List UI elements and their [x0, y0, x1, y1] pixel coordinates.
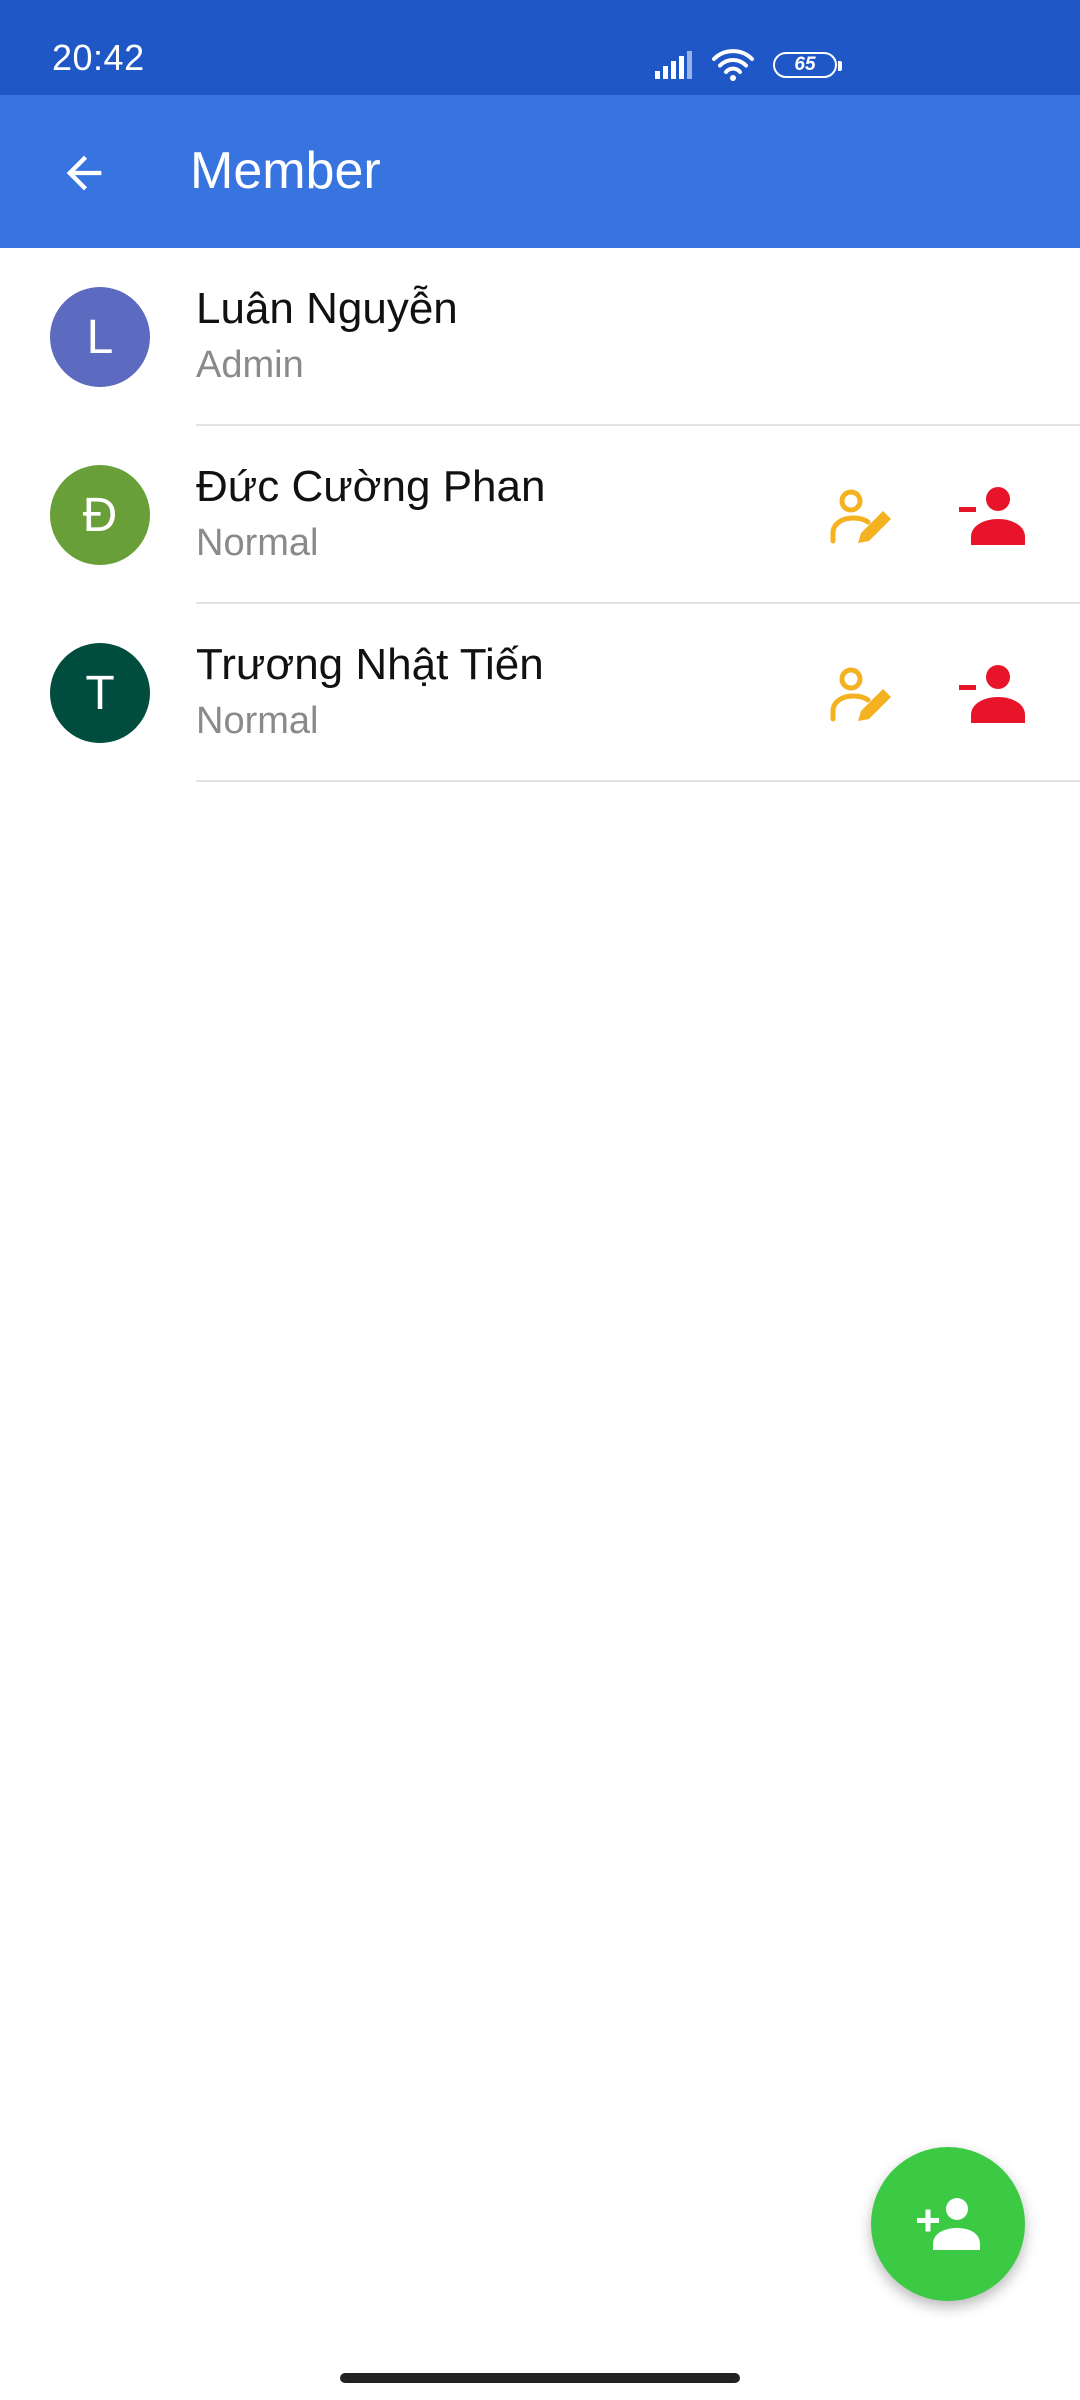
avatar: T: [50, 643, 150, 743]
avatar-initial: L: [86, 310, 114, 364]
status-bar: 20:42 65: [0, 0, 1080, 95]
member-role: Normal: [196, 700, 319, 742]
back-button[interactable]: [44, 133, 124, 213]
remove-member-button[interactable]: [952, 654, 1032, 734]
edit-member-button[interactable]: [822, 654, 902, 734]
page-title: Member: [190, 142, 381, 200]
edit-member-button[interactable]: [822, 476, 902, 556]
add-member-fab[interactable]: [871, 2147, 1025, 2301]
home-indicator[interactable]: [340, 2373, 740, 2383]
remove-member-icon: [959, 487, 1025, 545]
signal-icon: [655, 51, 692, 79]
remove-member-button[interactable]: [952, 476, 1032, 556]
member-row[interactable]: T Trương Nhật Tiến Normal: [0, 604, 1080, 782]
wifi-icon: [712, 49, 754, 81]
member-role: Normal: [196, 522, 319, 564]
status-icons: 65: [653, 45, 842, 85]
battery-icon: 65: [773, 52, 842, 78]
remove-member-icon: [959, 665, 1025, 723]
member-role: Admin: [196, 344, 304, 386]
status-time: 20:42: [52, 37, 145, 78]
member-row[interactable]: Đ Đức Cường Phan Normal: [0, 426, 1080, 604]
battery-level: 65: [794, 54, 816, 75]
add-person-icon: [917, 2198, 980, 2250]
member-list: L Luân Nguyễn Admin Đ Đức Cường Phan Nor…: [0, 248, 1080, 782]
arrow-back-icon: [66, 155, 102, 191]
app-bar: Member: [0, 95, 1080, 248]
member-name: Luân Nguyễn: [196, 284, 458, 333]
edit-member-icon: [830, 489, 891, 544]
avatar-initial: Đ: [82, 488, 118, 542]
edit-member-icon: [830, 667, 891, 722]
avatar-initial: T: [85, 666, 115, 720]
avatar: Đ: [50, 465, 150, 565]
avatar: L: [50, 287, 150, 387]
member-name: Trương Nhật Tiến: [196, 640, 544, 689]
member-name: Đức Cường Phan: [196, 462, 546, 511]
member-row[interactable]: L Luân Nguyễn Admin: [0, 248, 1080, 426]
